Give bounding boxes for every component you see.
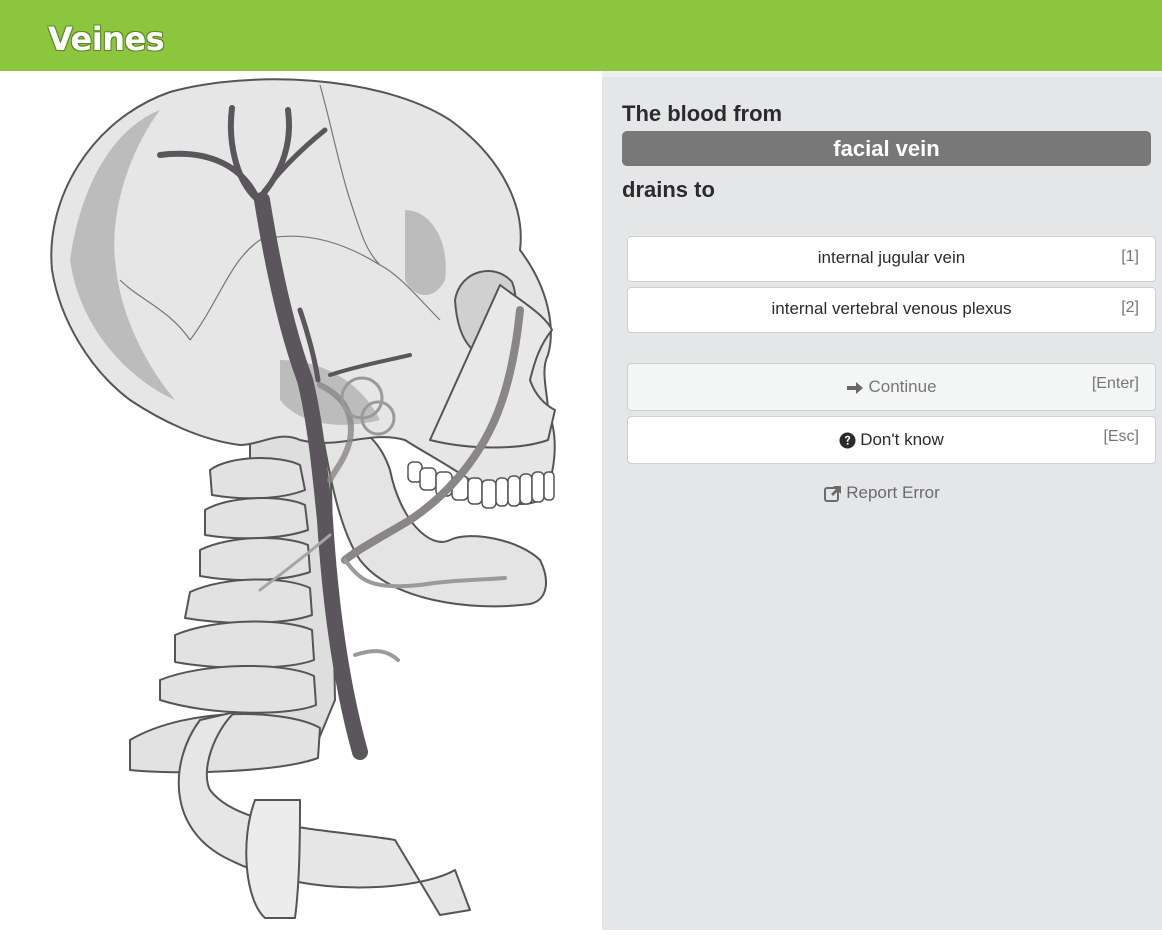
dont-know-shortcut: [Esc] bbox=[1103, 428, 1139, 445]
vertebra-5 bbox=[174, 620, 315, 669]
answer-option-1[interactable]: internal jugular vein [1] bbox=[627, 236, 1156, 282]
skull-veins-diagram bbox=[50, 78, 556, 919]
vertebra-4 bbox=[184, 578, 313, 624]
app-title: Veines bbox=[48, 20, 165, 58]
dont-know-label: Don't know bbox=[860, 430, 944, 449]
vertebra-6 bbox=[159, 664, 317, 714]
continue-button[interactable]: Continue [Enter] bbox=[627, 363, 1156, 411]
question-term-badge: facial vein bbox=[622, 131, 1151, 166]
vertebra-2 bbox=[204, 497, 309, 540]
question-suffix: drains to bbox=[622, 177, 715, 202]
external-link-icon bbox=[824, 485, 842, 502]
report-error-link[interactable]: Report Error bbox=[602, 483, 1162, 503]
answer-label: internal jugular vein bbox=[817, 248, 966, 267]
anatomy-illustration bbox=[0, 71, 602, 930]
answer-shortcut: [1] bbox=[1121, 248, 1139, 265]
answer-shortcut: [2] bbox=[1121, 299, 1139, 316]
app-header: Veines bbox=[0, 0, 1162, 71]
vertebra-1 bbox=[209, 457, 306, 500]
answer-option-2[interactable]: internal vertebral venous plexus [2] bbox=[627, 287, 1156, 333]
question-prefix: The blood from bbox=[622, 101, 783, 126]
continue-shortcut: [Enter] bbox=[1091, 375, 1139, 392]
continue-label: Continue bbox=[868, 377, 937, 396]
arrow-right-icon bbox=[847, 381, 864, 394]
vertebra-3 bbox=[199, 537, 311, 582]
sternum-shape bbox=[245, 799, 301, 919]
question-circle-icon bbox=[839, 432, 856, 449]
quiz-panel: The blood from facial vein drains to int… bbox=[602, 71, 1162, 930]
answer-label: internal vertebral venous plexus bbox=[771, 299, 1012, 318]
dont-know-button[interactable]: Don't know [Esc] bbox=[627, 416, 1156, 464]
report-error-label: Report Error bbox=[846, 483, 940, 502]
